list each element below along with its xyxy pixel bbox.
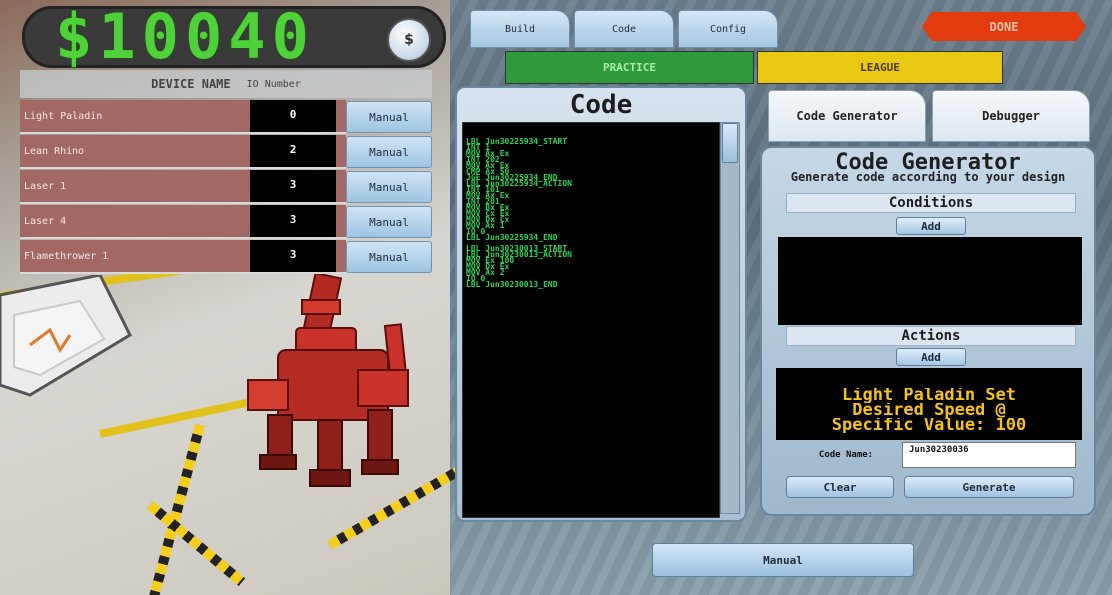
device-io-number: 0 <box>250 100 336 134</box>
actions-list[interactable]: Light Paladin Set Desired Speed @ Specif… <box>776 368 1082 440</box>
device-io-number: 3 <box>250 205 336 239</box>
conditions-list[interactable] <box>778 237 1082 325</box>
code-listing[interactable]: LBL Jun30225934_START INT 1 MOV Ax Ex INT 2… <box>462 122 720 518</box>
clear-button[interactable]: Clear <box>786 476 894 498</box>
device-name: Lean Rhino <box>20 135 250 169</box>
league-button[interactable]: LEAGUE <box>757 51 1003 84</box>
money-display: $10040 $ <box>22 6 446 68</box>
manual-button-main[interactable]: Manual <box>652 543 914 577</box>
manual-button[interactable]: Manual <box>346 241 432 273</box>
device-row: Light Paladin 0 Manual <box>20 100 432 134</box>
device-name: Light Paladin <box>20 100 250 134</box>
generator-subtitle: Generate code according to your design <box>790 170 1066 184</box>
add-action-button[interactable]: Add <box>896 348 966 366</box>
hazard-platform <box>0 275 132 397</box>
code-name-input[interactable]: Jun30230036 <box>902 442 1076 468</box>
action-text-line: Light Paladin Set <box>842 388 1016 403</box>
device-io-number: 3 <box>250 170 336 204</box>
tab-code-generator[interactable]: Code Generator <box>768 90 926 142</box>
manual-button[interactable]: Manual <box>346 171 432 203</box>
conditions-header: Conditions <box>786 193 1076 213</box>
manual-button[interactable]: Manual <box>346 136 432 168</box>
code-panel: Code LBL Jun30225934_START INT 1 MOV Ax Ex… <box>455 86 747 522</box>
generate-button[interactable]: Generate <box>904 476 1074 498</box>
device-row: Laser 4 3 Manual <box>20 205 432 239</box>
io-number-header: IO Number <box>246 78 301 90</box>
tab-config[interactable]: Config <box>678 10 778 48</box>
device-row: Laser 1 3 Manual <box>20 170 432 204</box>
code-name-label: Code Name: <box>818 450 874 460</box>
device-io-number: 3 <box>250 240 336 274</box>
device-name: Laser 1 <box>20 170 250 204</box>
device-io-number: 2 <box>250 135 336 169</box>
code-generator-panel: Code Generator Generate code according t… <box>760 146 1096 516</box>
dollar-coin-icon: $ <box>387 18 431 62</box>
scroll-thumb[interactable] <box>722 123 738 163</box>
add-condition-button[interactable]: Add <box>896 217 966 235</box>
device-row: Flamethrower 1 3 Manual <box>20 240 432 274</box>
action-text-line: Desired Speed @ <box>852 403 1006 418</box>
device-name: Flamethrower 1 <box>20 240 250 274</box>
manual-button[interactable]: Manual <box>346 206 432 238</box>
actions-header: Actions <box>786 326 1076 346</box>
practice-button[interactable]: PRACTICE <box>505 51 754 84</box>
tab-debugger[interactable]: Debugger <box>932 90 1090 142</box>
done-button[interactable]: DONE <box>922 12 1086 41</box>
manual-button[interactable]: Manual <box>346 101 432 133</box>
device-table-header: DEVICE NAME IO Number <box>20 70 432 98</box>
code-panel-title: Code <box>569 90 633 120</box>
money-amount: $10040 <box>55 0 315 73</box>
tab-build[interactable]: Build <box>470 10 570 48</box>
device-row: Lean Rhino 2 Manual <box>20 135 432 169</box>
robot-model <box>247 271 409 487</box>
code-line: LBL Jun30230013_END <box>466 280 558 289</box>
device-name-header: DEVICE NAME <box>151 77 231 91</box>
tab-code[interactable]: Code <box>574 10 674 48</box>
action-text-line: Specific Value: 100 <box>831 418 1027 433</box>
device-name: Laser 4 <box>20 205 250 239</box>
code-scrollbar[interactable] <box>720 122 740 514</box>
